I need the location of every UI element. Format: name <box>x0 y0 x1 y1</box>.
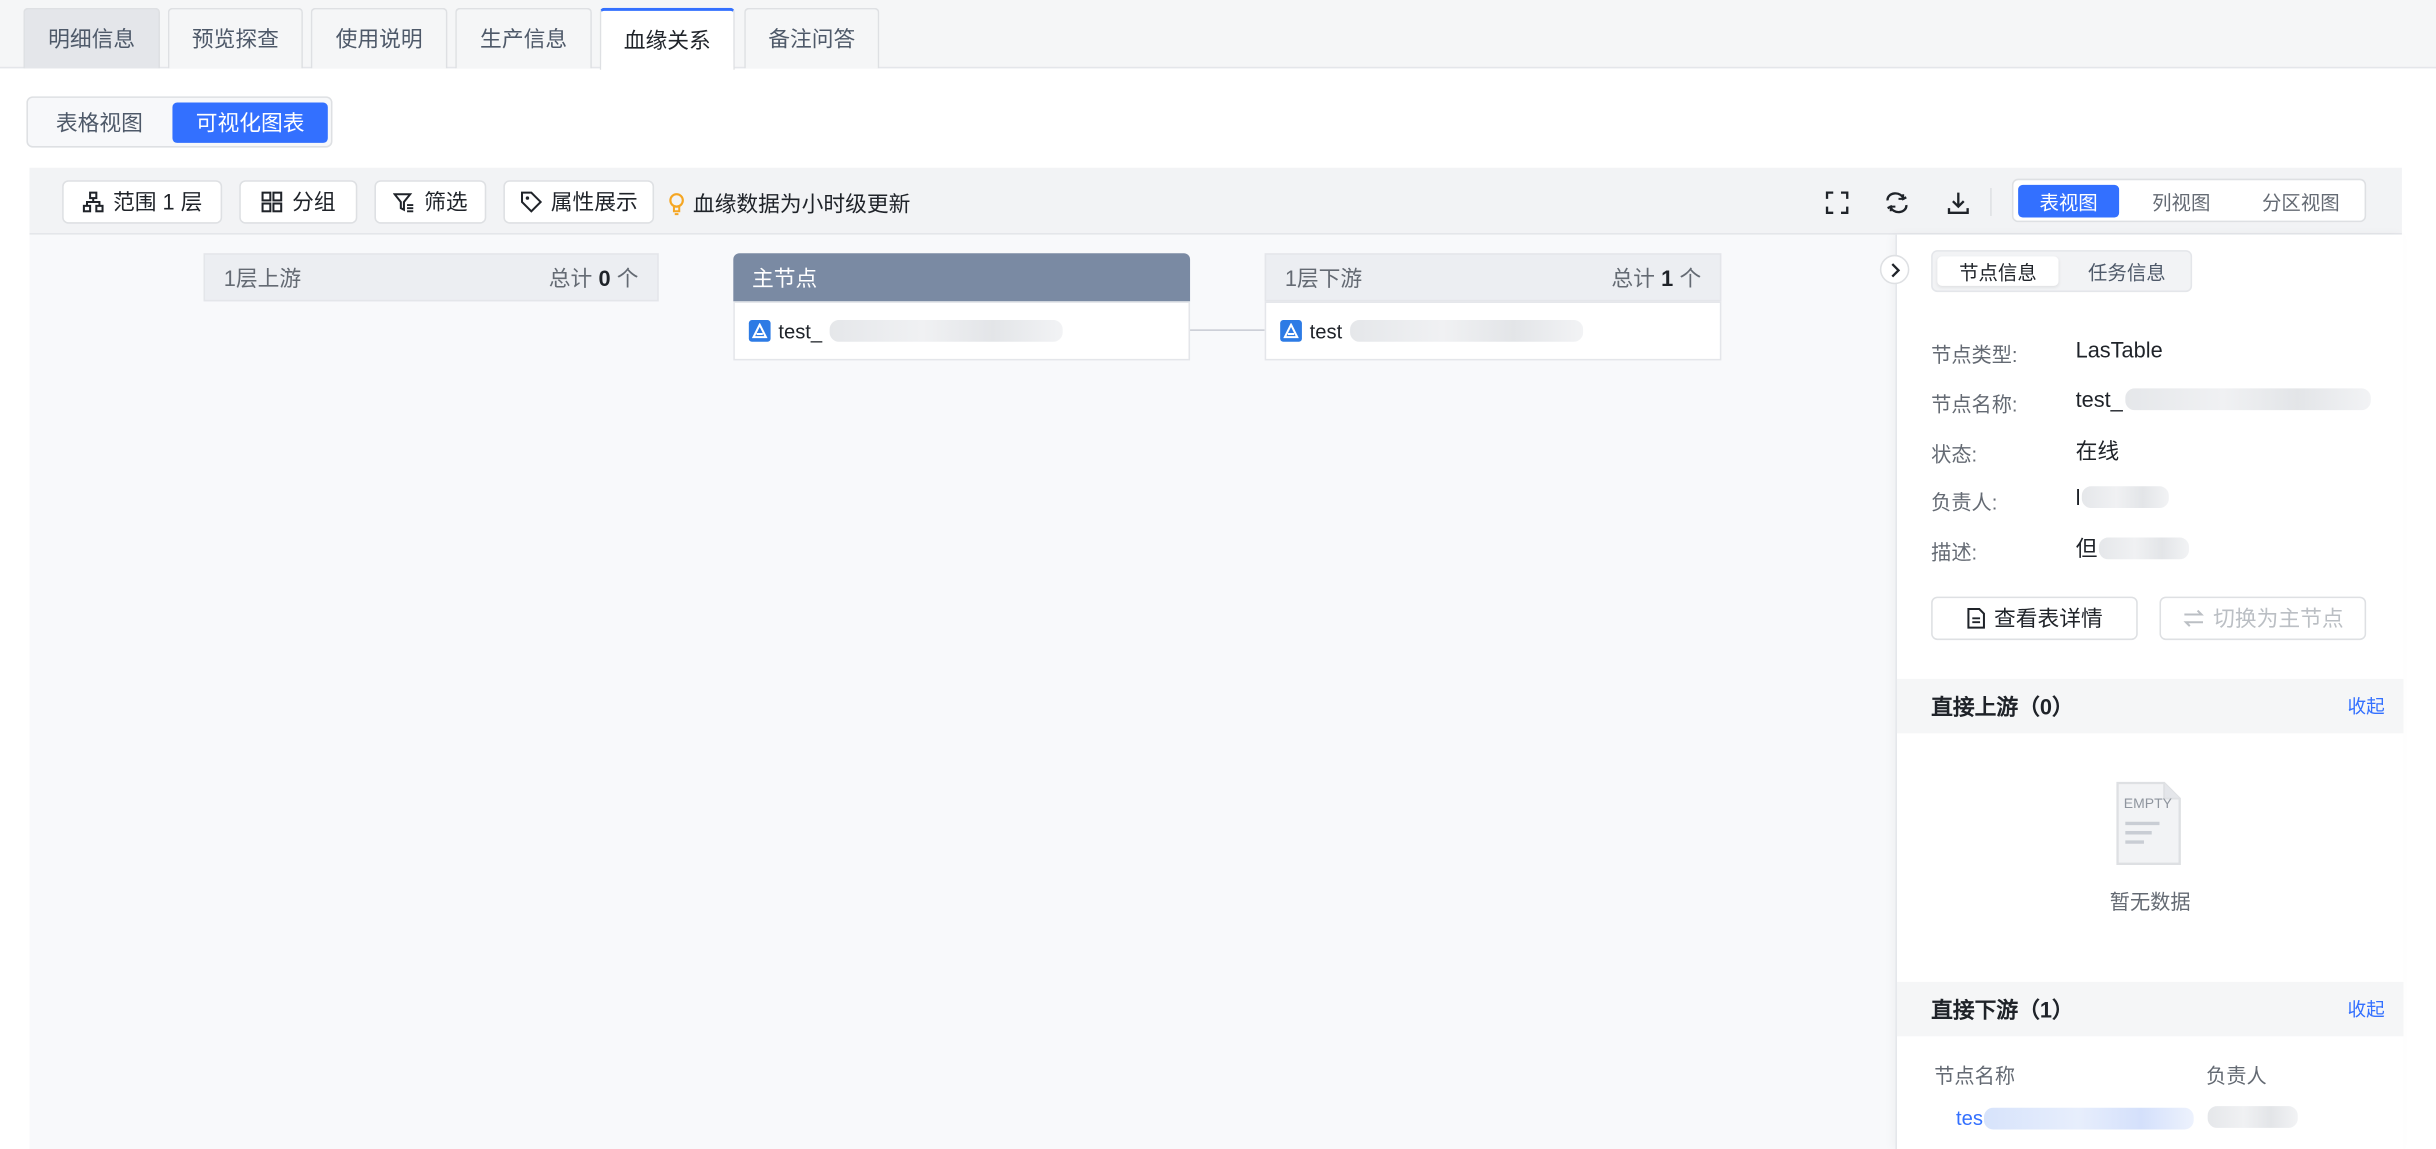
upstream-lane-title: 1层上游 <box>223 264 302 290</box>
description-label: 描述: <box>1931 540 1978 564</box>
panel-tabs: 节点信息 任务信息 <box>1931 250 2193 293</box>
chevron-right-icon <box>1890 262 1900 277</box>
downstream-node[interactable]: test <box>1264 301 1722 361</box>
update-hint-text: 血缘数据为小时级更新 <box>692 191 911 216</box>
group-label: 分组 <box>292 189 336 215</box>
upstream-count: 0 <box>598 264 611 290</box>
downstream-collapse-link[interactable]: 收起 <box>2347 996 2384 1022</box>
table-level-view-option[interactable]: 表视图 <box>2018 184 2120 218</box>
tab-usage[interactable]: 使用说明 <box>310 7 448 69</box>
tab-preview[interactable]: 预览探查 <box>167 7 303 69</box>
hierarchy-icon <box>82 191 104 213</box>
lightbulb-icon <box>669 192 684 215</box>
redacted-text <box>2082 486 2170 509</box>
partition-level-view-option[interactable]: 分区视图 <box>2243 185 2358 218</box>
chart-view-option[interactable]: 可视化图表 <box>172 102 328 143</box>
lineage-edge <box>1190 329 1265 331</box>
column-level-view-option[interactable]: 列视图 <box>2130 185 2233 218</box>
direct-downstream-title: 直接下游（1） <box>1931 996 2074 1022</box>
download-icon[interactable] <box>1942 186 1973 217</box>
redacted-text <box>1984 1106 2195 1129</box>
downstream-row-link[interactable]: tes <box>1956 1106 2195 1129</box>
empty-state-icon: EMPTY <box>2114 780 2182 867</box>
status-value: 在线 <box>2075 438 2120 463</box>
tab-node-info[interactable]: 节点信息 <box>1937 256 2059 286</box>
view-switch: 表格视图 可视化图表 <box>26 96 333 148</box>
toolbar-divider <box>1990 187 1992 216</box>
owner-label: 负责人: <box>1931 490 1998 515</box>
downstream-node-name: test <box>1309 319 1343 343</box>
column-header-node-name: 节点名称 <box>1934 1064 2016 1088</box>
tag-icon <box>520 191 542 213</box>
switch-main-node-button[interactable]: 切换为主节点 <box>2159 596 2367 641</box>
node-type-value: LasTable <box>2075 337 2163 362</box>
redacted-text <box>1350 320 1584 342</box>
redacted-text <box>2125 388 2372 411</box>
attributes-button[interactable]: 属性展示 <box>503 180 655 224</box>
tab-task-info[interactable]: 任务信息 <box>2066 256 2187 286</box>
main-node-name: test_ <box>778 319 823 343</box>
owner-value: l <box>2076 485 2170 510</box>
downstream-count: 1 <box>1661 264 1674 290</box>
downstream-row-owner <box>2207 1106 2298 1132</box>
empty-icon-text: EMPTY <box>2123 795 2172 811</box>
description-value: 但 <box>2076 533 2190 564</box>
node-name-value: test_ <box>2076 387 2372 412</box>
scope-label: 范围 1 层 <box>112 189 203 215</box>
node-name-label: 节点名称: <box>1931 393 2018 417</box>
swap-icon <box>2182 609 2204 627</box>
view-table-detail-label: 查看表详情 <box>1994 605 2103 631</box>
view-table-detail-button[interactable]: 查看表详情 <box>1931 596 2138 641</box>
tab-notes-qa[interactable]: 备注问答 <box>744 7 880 69</box>
filter-icon <box>393 193 414 213</box>
downstream-total: 总计 1 个 <box>1611 264 1702 290</box>
refresh-icon[interactable] <box>1881 186 1912 217</box>
filter-button[interactable]: 筛选 <box>374 180 487 224</box>
attributes-label: 属性展示 <box>550 189 638 215</box>
status-label: 状态: <box>1931 442 1978 467</box>
tab-detail-info[interactable]: 明细信息 <box>23 7 161 69</box>
table-icon <box>748 320 771 342</box>
main-node[interactable]: test_ <box>733 301 1191 361</box>
update-hint: 血缘数据为小时级更新 <box>668 188 910 219</box>
fullscreen-icon[interactable] <box>1821 186 1852 217</box>
tab-production[interactable]: 生产信息 <box>455 7 592 69</box>
table-view-option[interactable]: 表格视图 <box>34 103 165 143</box>
panel-collapse-button[interactable] <box>1879 254 1910 285</box>
column-header-owner: 负责人 <box>2206 1064 2267 1088</box>
group-button[interactable]: 分组 <box>239 180 358 224</box>
direct-upstream-title: 直接上游（0） <box>1931 693 2074 719</box>
upstream-lane-header: 1层上游 总计 0 个 <box>203 253 659 302</box>
direct-downstream-section: 直接下游（1） 收起 <box>1896 981 2404 1037</box>
downstream-lane-title: 1层下游 <box>1284 264 1363 290</box>
scope-button[interactable]: 范围 1 层 <box>62 180 223 224</box>
table-icon <box>1280 320 1302 342</box>
redacted-text <box>2207 1106 2298 1128</box>
switch-main-node-label: 切换为主节点 <box>2213 605 2344 631</box>
main-node-header: 主节点 <box>733 253 1191 302</box>
lineage-view-switch: 表视图 列视图 分区视图 <box>2011 178 2367 223</box>
grid-icon <box>261 191 283 213</box>
redacted-text <box>829 320 1063 342</box>
empty-state-text: 暂无数据 <box>2109 890 2191 914</box>
direct-upstream-section: 直接上游（0） 收起 <box>1896 678 2404 734</box>
tab-lineage[interactable]: 血缘关系 <box>599 7 735 70</box>
downstream-lane-header: 1层下游 总计 1 个 <box>1264 253 1722 302</box>
main-node-title: 主节点 <box>751 264 818 290</box>
redacted-text <box>2098 537 2190 560</box>
upstream-total: 总计 0 个 <box>548 264 639 290</box>
document-icon <box>1966 608 1985 629</box>
upstream-collapse-link[interactable]: 收起 <box>2347 693 2384 719</box>
filter-label: 筛选 <box>424 189 468 215</box>
node-type-label: 节点类型: <box>1931 343 2018 367</box>
